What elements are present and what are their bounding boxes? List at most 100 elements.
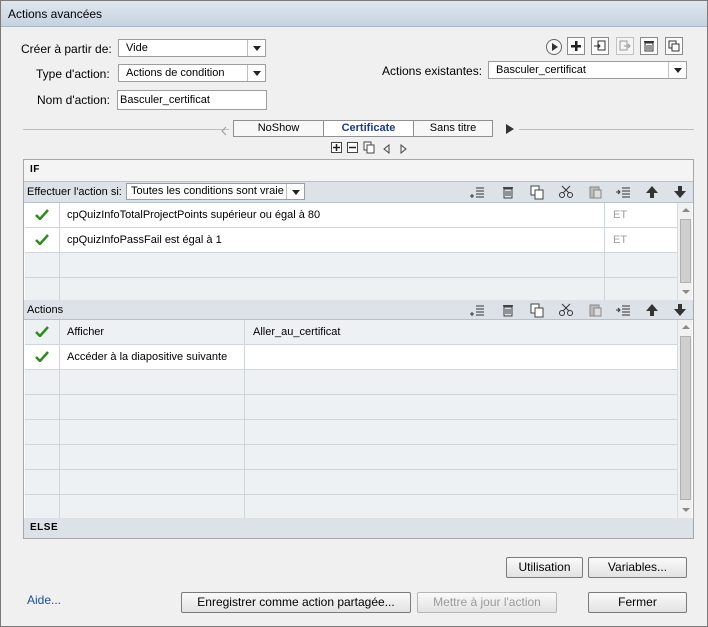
- empty-cell: [60, 278, 605, 302]
- action-name[interactable]: Accéder à la diapositive suivante: [60, 345, 245, 369]
- copy-icon[interactable]: [529, 302, 545, 318]
- conditions-scrollbar[interactable]: [677, 203, 692, 300]
- row-check-cell[interactable]: [25, 320, 60, 344]
- add-action-button[interactable]: [567, 37, 585, 55]
- import-icon: [594, 40, 606, 51]
- action-name[interactable]: Afficher: [60, 320, 245, 344]
- trash-icon: [644, 41, 654, 52]
- existing-actions-label: Actions existantes:: [382, 64, 483, 78]
- conditions-mode-dropdown[interactable]: Toutes les conditions sont vraie: [126, 183, 305, 200]
- action-row[interactable]: Afficher Aller_au_certificat: [25, 320, 677, 345]
- preview-play-button[interactable]: [546, 39, 562, 55]
- else-header[interactable]: ELSE: [24, 518, 693, 538]
- empty-action-row[interactable]: [25, 445, 677, 470]
- perform-action-label: Effectuer l'action si:: [27, 186, 122, 198]
- if-title: IF: [30, 164, 40, 175]
- duplicate-action-button[interactable]: [665, 37, 683, 55]
- variables-button[interactable]: Variables...: [588, 557, 687, 578]
- empty-cell: [25, 420, 60, 444]
- trash-icon[interactable]: [500, 302, 516, 318]
- create-from-value: Vide: [126, 42, 148, 54]
- trash-icon[interactable]: [500, 184, 516, 200]
- move-down-icon[interactable]: [672, 184, 688, 200]
- empty-cell: [25, 470, 60, 494]
- move-up-icon[interactable]: [644, 184, 660, 200]
- update-action-button[interactable]: Mettre à jour l'action: [417, 592, 557, 613]
- condition-operator[interactable]: ET: [605, 228, 677, 252]
- scroll-thumb[interactable]: [680, 219, 691, 283]
- previous-decision-icon[interactable]: [382, 143, 391, 155]
- import-button[interactable]: [591, 37, 609, 55]
- empty-action-row[interactable]: [25, 470, 677, 495]
- delete-action-button[interactable]: [640, 37, 658, 55]
- tab-certificate[interactable]: Certificate: [323, 120, 414, 137]
- scroll-thumb[interactable]: [680, 336, 691, 500]
- checkmark-icon: [35, 326, 49, 337]
- empty-condition-row[interactable]: [25, 253, 677, 278]
- add-action-row-icon[interactable]: [469, 302, 485, 318]
- export-icon: [619, 40, 631, 51]
- scroll-right-icon[interactable]: [506, 124, 514, 134]
- action-target[interactable]: [245, 345, 677, 369]
- cut-icon[interactable]: [558, 302, 574, 318]
- insert-action-icon[interactable]: [615, 302, 631, 318]
- condition-text[interactable]: cpQuizInfoPassFail est égal à 1: [60, 228, 605, 252]
- create-from-dropdown[interactable]: Vide: [118, 39, 266, 57]
- tab-sans-titre[interactable]: Sans titre: [413, 120, 493, 137]
- usage-button[interactable]: Utilisation: [506, 557, 583, 578]
- row-check-cell[interactable]: [25, 345, 60, 369]
- scroll-up-icon[interactable]: [678, 203, 693, 218]
- add-decision-icon[interactable]: [331, 142, 342, 153]
- action-type-dropdown[interactable]: Actions de condition: [118, 64, 266, 82]
- scroll-down-icon[interactable]: [678, 503, 693, 518]
- conditions-mode-value: Toutes les conditions sont vraie: [131, 185, 284, 197]
- scroll-up-icon[interactable]: [678, 320, 693, 335]
- cut-icon[interactable]: [558, 184, 574, 200]
- tab-noshow[interactable]: NoShow: [233, 120, 324, 137]
- action-name-input[interactable]: [118, 91, 266, 109]
- move-down-icon[interactable]: [672, 302, 688, 318]
- remove-decision-icon[interactable]: [347, 142, 358, 153]
- scroll-down-icon[interactable]: [678, 285, 693, 300]
- condition-text[interactable]: cpQuizInfoTotalProjectPoints supérieur o…: [60, 203, 605, 227]
- empty-cell: [25, 278, 60, 302]
- action-row[interactable]: Accéder à la diapositive suivante: [25, 345, 677, 370]
- empty-cell: [60, 445, 245, 469]
- row-check-cell[interactable]: [25, 203, 60, 227]
- condition-row[interactable]: cpQuizInfoPassFail est égal à 1 ET: [25, 228, 677, 253]
- insert-condition-icon[interactable]: [615, 184, 631, 200]
- move-up-icon[interactable]: [644, 302, 660, 318]
- empty-action-row[interactable]: [25, 420, 677, 445]
- help-link[interactable]: Aide...: [27, 593, 61, 607]
- scroll-left-icon[interactable]: [220, 125, 229, 136]
- action-target[interactable]: Aller_au_certificat: [245, 320, 677, 344]
- paste-icon[interactable]: [587, 302, 603, 318]
- save-shared-action-button[interactable]: Enregistrer comme action partagée...: [181, 592, 411, 613]
- next-decision-icon[interactable]: [399, 143, 408, 155]
- action-tabs: NoShow Certificate Sans titre: [233, 120, 493, 137]
- close-button[interactable]: Fermer: [588, 592, 687, 613]
- empty-action-row[interactable]: [25, 495, 677, 520]
- copy-icon[interactable]: [529, 184, 545, 200]
- condition-row[interactable]: cpQuizInfoTotalProjectPoints supérieur o…: [25, 203, 677, 228]
- divider-right: [519, 129, 694, 130]
- perform-action-bar: Effectuer l'action si: Toutes les condit…: [24, 182, 693, 203]
- empty-action-row[interactable]: [25, 395, 677, 420]
- divider-left: [23, 129, 229, 130]
- empty-cell: [60, 420, 245, 444]
- export-button[interactable]: [616, 37, 634, 55]
- empty-action-row[interactable]: [25, 370, 677, 395]
- advanced-actions-dialog: Actions avancées Créer à partir de: Vide…: [0, 0, 708, 627]
- checkmark-icon: [35, 209, 49, 220]
- condition-operator[interactable]: ET: [605, 203, 677, 227]
- copy-decision-icon[interactable]: [363, 141, 376, 154]
- existing-actions-dropdown[interactable]: Basculer_certificat: [488, 61, 687, 79]
- actions-scrollbar[interactable]: [677, 320, 692, 518]
- action-name-field[interactable]: [117, 90, 267, 110]
- row-check-cell[interactable]: [25, 228, 60, 252]
- action-type-label: Type d'action:: [36, 67, 110, 81]
- add-condition-icon[interactable]: [469, 184, 485, 200]
- plus-icon: [571, 41, 581, 51]
- paste-icon[interactable]: [587, 184, 603, 200]
- title-bar: Actions avancées: [1, 1, 707, 27]
